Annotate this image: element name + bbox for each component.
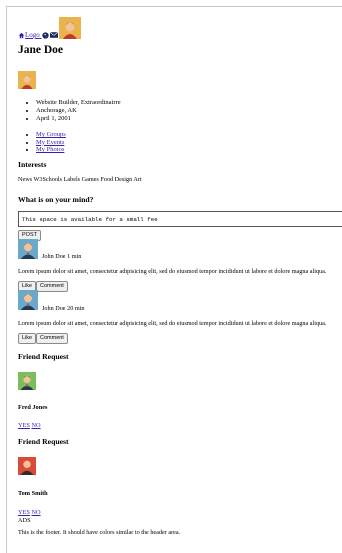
logo-link[interactable]: Logo	[18, 31, 42, 39]
status-input[interactable]: This space is available for a small fee	[18, 211, 342, 227]
post-meta: John Doe 20 min	[42, 305, 84, 312]
post-time: 1 min	[67, 253, 82, 260]
accept-link[interactable]: YES	[18, 422, 30, 429]
profile-detail-birthday: April 1, 2001	[36, 115, 121, 123]
logo-label: Logo	[25, 31, 40, 39]
compose-title: What is on your mind?	[18, 195, 94, 204]
post-time: 20 min	[67, 305, 85, 312]
interests-title: Interests	[18, 160, 47, 169]
post-author: John Doe	[42, 253, 66, 260]
friend-avatar	[18, 372, 36, 395]
link-my-photos[interactable]: My Photos	[36, 146, 64, 153]
friend-request-actions: YES NO	[18, 422, 41, 429]
profile-detail-occupation: Website Builder, Extraordinairre	[36, 99, 121, 107]
profile-links: My Groups My Events My Photos	[18, 131, 66, 154]
friend-request-title: Friend Request	[18, 352, 69, 361]
envelope-icon[interactable]	[50, 31, 59, 39]
like-button[interactable]: Like	[18, 333, 37, 344]
comment-button[interactable]: Comment	[36, 281, 68, 292]
post-avatar	[18, 239, 38, 264]
profile-name: Jane Doe	[18, 44, 64, 56]
comment-button[interactable]: Comment	[36, 333, 68, 344]
friend-name: Tom Smith	[18, 490, 48, 497]
friend-name: Fred Jones	[18, 404, 48, 411]
home-icon	[18, 32, 25, 39]
page-frame: Logo Jane Doe • Website Builder, Extraor…	[6, 6, 342, 553]
friend-request-actions: YES NO	[18, 509, 41, 516]
friend-request-title: Friend Request	[18, 437, 69, 446]
link-my-events[interactable]: My Events	[36, 139, 64, 146]
link-my-groups[interactable]: My Groups	[36, 131, 66, 138]
profile-detail-location: Anchorage, AK	[36, 107, 121, 115]
globe-icon[interactable]	[41, 32, 49, 39]
post-text: Lorem ipsum dolor sit amet, consectetur …	[18, 320, 327, 327]
decline-link[interactable]: NO	[31, 422, 40, 429]
header: Logo	[18, 17, 82, 39]
header-avatar[interactable]	[59, 17, 82, 39]
ads-label: ADS	[18, 517, 31, 524]
profile-details: Website Builder, Extraordinairre Anchora…	[18, 99, 121, 123]
accept-link[interactable]: YES	[18, 509, 30, 516]
post-avatar	[18, 290, 38, 315]
post-meta: John Doe 1 min	[42, 253, 81, 260]
post-author: John Doe	[42, 305, 66, 312]
post-text: Lorem ipsum dolor sit amet, consectetur …	[18, 268, 327, 275]
profile-avatar	[18, 71, 36, 89]
interests-list: News W3Schools Labels Games Food Design …	[18, 176, 142, 183]
friend-avatar	[18, 457, 36, 480]
decline-link[interactable]: NO	[31, 509, 40, 516]
footer: This is the footer. It should have color…	[18, 529, 181, 536]
